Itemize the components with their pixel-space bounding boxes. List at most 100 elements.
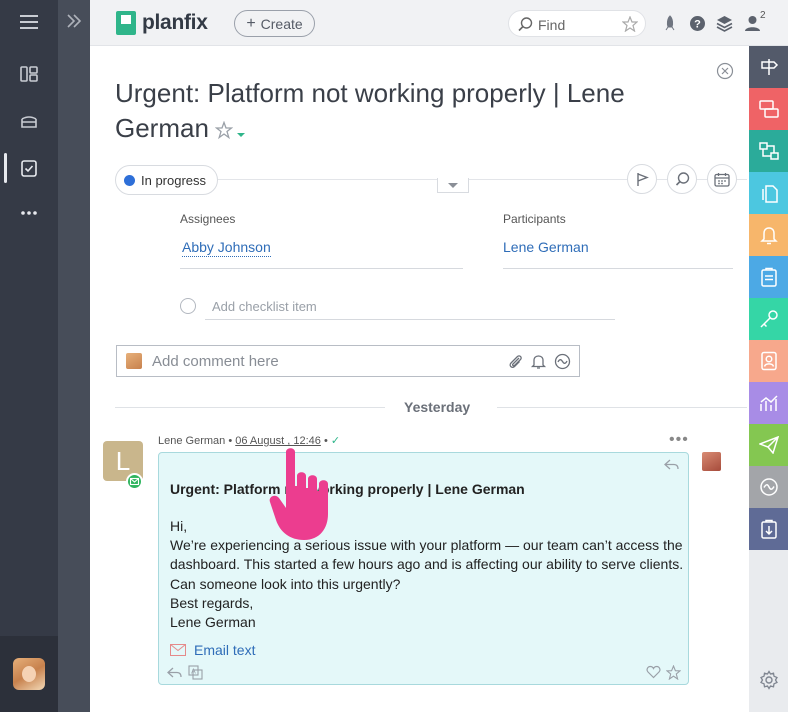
assignee-link[interactable]: Abby Johnson [182,239,271,257]
task-title-text[interactable]: Urgent: Platform not working properly | … [115,78,625,143]
email-body-line: Lene German [170,614,256,631]
pointer-hand-icon [266,446,338,546]
bell-icon [759,227,778,245]
search-input[interactable]: Find [508,10,646,37]
right-tool-rail [749,46,788,712]
translate-icon[interactable]: A [188,665,203,680]
flag-icon [636,172,649,186]
checklist-underline [205,319,615,320]
top-bar: planfix + Create Find ? [90,0,788,46]
email-icon [129,477,140,486]
ai-wave-icon[interactable] [554,353,571,370]
email-subject: Urgent: Platform not working properly | … [170,481,525,497]
expand-chevrons-icon[interactable] [66,14,82,33]
svg-text:A: A [191,669,196,676]
rail-send[interactable] [749,424,788,466]
integration-icon [759,478,778,496]
email-body-line: Hi, [170,518,188,534]
help-icon[interactable]: ? [687,13,707,33]
rocket-icon[interactable] [660,13,680,33]
more-icon[interactable] [0,193,58,233]
task-title[interactable]: Urgent: Platform not working properly | … [115,76,725,148]
svg-text:?: ? [694,18,701,30]
my-avatar [126,353,142,369]
settings-gear-icon[interactable] [759,670,779,695]
analytics-icon [759,395,778,411]
day-divider-right [497,407,747,408]
boards-icon[interactable] [0,54,58,94]
files-icon [761,185,778,203]
email-body-line: We’re experiencing a serious issue with … [170,537,684,573]
favorite-star-icon[interactable] [214,113,234,148]
create-button-label: Create [260,15,303,32]
favorites-star-icon[interactable] [621,15,639,37]
rail-flow[interactable] [749,130,788,172]
assignees-label: Assignees [180,212,236,226]
rail-checklist-transfer[interactable] [749,508,788,550]
rail-task-transfer[interactable] [749,88,788,130]
email-body-line: Can someone look into this urgently? [170,575,401,592]
search-placeholder: Find [538,17,566,33]
participants-label: Participants [503,212,566,226]
hamburger-menu-icon[interactable] [0,2,58,42]
rail-access[interactable] [749,298,788,340]
participant-avatar[interactable] [702,452,721,471]
flag-button[interactable] [627,164,657,194]
title-dropdown-icon[interactable] [236,113,246,148]
search-in-task-button[interactable] [667,164,697,194]
key-icon [759,310,778,328]
collapse-details-toggle[interactable] [437,178,469,193]
email-body: Hi, We’re experiencing a serious issue w… [170,517,685,632]
notify-bell-icon[interactable] [530,353,547,370]
reply-action-icon[interactable] [167,666,182,681]
email-body-line: Best regards, [170,594,254,611]
checklist-input[interactable]: Add checklist item [212,299,317,314]
rail-reminders[interactable] [749,214,788,256]
rail-integrations[interactable] [749,466,788,508]
schedule-button[interactable] [707,164,737,194]
comment-placeholder: Add comment here [152,353,279,370]
plus-icon: + [246,14,256,32]
rail-clipboard[interactable] [749,256,788,298]
layers-icon[interactable] [714,13,734,33]
signpost-icon [760,59,778,75]
rail-analytics[interactable] [749,382,788,424]
users-icon[interactable] [742,13,762,33]
sidebar-expander[interactable] [58,0,90,712]
status-badge[interactable]: In progress [115,165,219,195]
assignee-name[interactable]: Abby Johnson [182,239,271,257]
users-count-badge: 2 [760,10,766,21]
inbox-icon[interactable] [0,101,58,141]
tasks-icon[interactable] [0,148,58,188]
bookmark-star-icon[interactable] [665,664,682,681]
contact-icon [760,351,777,371]
rail-files[interactable] [749,172,788,214]
create-button[interactable]: + Create [234,10,315,37]
user-avatar[interactable] [13,658,45,690]
like-heart-icon[interactable] [646,665,661,680]
logo[interactable]: planfix [116,11,208,35]
attachment-icon[interactable] [507,353,524,370]
day-divider-label: Yesterday [404,399,471,415]
email-text-label[interactable]: Email text [194,642,255,658]
user-avatar-area[interactable] [0,636,58,712]
clipboard-icon [760,267,777,287]
send-icon [758,436,779,454]
author-avatar-letter: L [115,445,131,476]
search-icon [518,17,533,37]
participant-link[interactable]: Lene German [503,239,589,255]
logo-text: planfix [142,11,208,34]
participants-underline [503,268,733,269]
checklist-checkbox[interactable] [180,298,196,314]
assignees-underline [180,268,463,269]
chevron-down-icon [448,182,458,188]
status-label: In progress [141,172,207,188]
rail-contacts[interactable] [749,340,788,382]
message-author[interactable]: Lene German [158,435,225,447]
left-sidebar [0,0,58,712]
rail-signpost[interactable] [749,46,788,88]
email-text-link[interactable]: Email text [170,642,255,658]
comment-input[interactable]: Add comment here [116,345,580,377]
reply-icon[interactable] [664,458,679,473]
message-more-icon[interactable]: ••• [669,431,689,449]
